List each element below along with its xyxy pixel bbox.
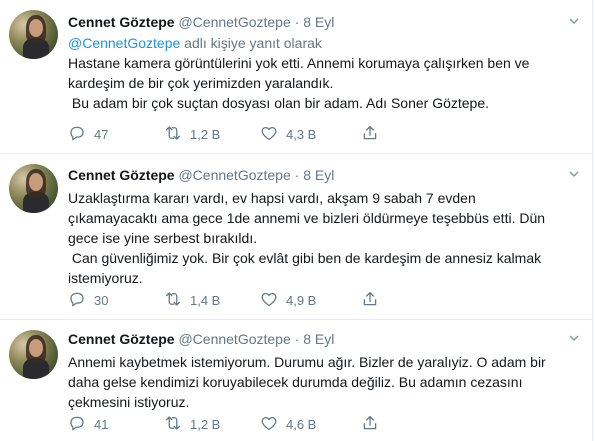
like-count: 4,9 B [286, 292, 317, 308]
tweet-actions: 30 1,4 B 4,9 B [68, 290, 528, 310]
retweet-button[interactable]: 1,4 B [164, 290, 220, 310]
share-button[interactable] [361, 414, 387, 434]
reply-to-handle[interactable]: @CennetGoztepe [68, 35, 180, 51]
author-name[interactable]: Cennet Göztepe [68, 167, 175, 183]
tweet[interactable]: Cennet Göztepe @CennetGoztepe · 8 Eyl @C… [0, 0, 592, 154]
author-name[interactable]: Cennet Göztepe [68, 14, 175, 30]
author-name[interactable]: Cennet Göztepe [68, 331, 175, 347]
tweet-text: Hastane kamera görüntülerini yok etti. A… [68, 55, 530, 111]
author-handle[interactable]: @CennetGoztepe [178, 331, 290, 347]
tweet-date[interactable]: 8 Eyl [303, 167, 334, 183]
tweet[interactable]: Cennet Göztepe @CennetGoztepe · 8 Eyl An… [0, 320, 592, 441]
tweet-header: Cennet Göztepe @CennetGoztepe · 8 Eyl [68, 166, 584, 184]
retweet-count: 1,2 B [190, 416, 221, 432]
retweet-button[interactable]: 1,2 B [164, 124, 220, 144]
reply-count: 41 [94, 416, 109, 432]
retweet-count: 1,2 B [190, 126, 221, 142]
like-button[interactable]: 4,6 B [260, 414, 316, 434]
tweet-header: Cennet Göztepe @CennetGoztepe · 8 Eyl [68, 13, 584, 31]
separator-dot: · [294, 14, 300, 30]
reply-count: 30 [94, 292, 109, 308]
chevron-down-icon[interactable] [568, 332, 580, 344]
reply-button[interactable]: 47 [68, 124, 108, 144]
tweet-header: Cennet Göztepe @CennetGoztepe · 8 Eyl [68, 330, 584, 348]
tweet[interactable]: Cennet Göztepe @CennetGoztepe · 8 Eyl Uz… [0, 154, 592, 320]
heart-icon [260, 124, 286, 145]
reply-icon [68, 290, 94, 311]
retweet-count: 1,4 B [190, 292, 221, 308]
reply-icon [68, 124, 94, 145]
retweet-button[interactable]: 1,2 B [164, 414, 220, 434]
reply-to-label: adlı kişiye yanıt olarak [180, 35, 322, 51]
author-handle[interactable]: @CennetGoztepe [178, 14, 290, 30]
share-icon [361, 414, 387, 435]
heart-icon [260, 414, 286, 435]
reply-context: @CennetGoztepe adlı kişiye yanıt olarak [68, 33, 584, 53]
share-button[interactable] [361, 290, 387, 310]
chevron-down-icon[interactable] [568, 168, 580, 180]
tweet-text: Uzaklaştırma kararı vardı, ev hapsi vard… [68, 190, 546, 286]
reply-icon [68, 414, 94, 435]
avatar[interactable] [9, 10, 58, 59]
avatar[interactable] [9, 164, 58, 213]
tweet-text: Annemi kaybetmek istemiyorum. Durumu ağı… [68, 354, 546, 410]
like-count: 4,3 B [286, 126, 317, 142]
heart-icon [260, 290, 286, 311]
tweet-actions: 41 1,2 B 4,6 B [68, 414, 528, 434]
retweet-icon [164, 414, 190, 435]
share-button[interactable] [361, 124, 387, 144]
retweet-icon [164, 124, 190, 145]
retweet-icon [164, 290, 190, 311]
reply-button[interactable]: 30 [68, 290, 108, 310]
tweet-actions: 47 1,2 B 4,3 B [68, 124, 528, 144]
share-icon [361, 290, 387, 311]
share-icon [361, 124, 387, 145]
chevron-down-icon[interactable] [568, 15, 580, 27]
tweet-thread: Cennet Göztepe @CennetGoztepe · 8 Eyl @C… [0, 0, 595, 441]
reply-count: 47 [94, 126, 109, 142]
tweet-date[interactable]: 8 Eyl [303, 14, 334, 30]
tweet-date[interactable]: 8 Eyl [303, 331, 334, 347]
like-count: 4,6 B [286, 416, 317, 432]
like-button[interactable]: 4,3 B [260, 124, 316, 144]
author-handle[interactable]: @CennetGoztepe [178, 167, 290, 183]
timeline-border [592, 0, 593, 441]
separator-dot: · [294, 331, 300, 347]
separator-dot: · [294, 167, 300, 183]
avatar[interactable] [9, 330, 58, 379]
like-button[interactable]: 4,9 B [260, 290, 316, 310]
reply-button[interactable]: 41 [68, 414, 108, 434]
